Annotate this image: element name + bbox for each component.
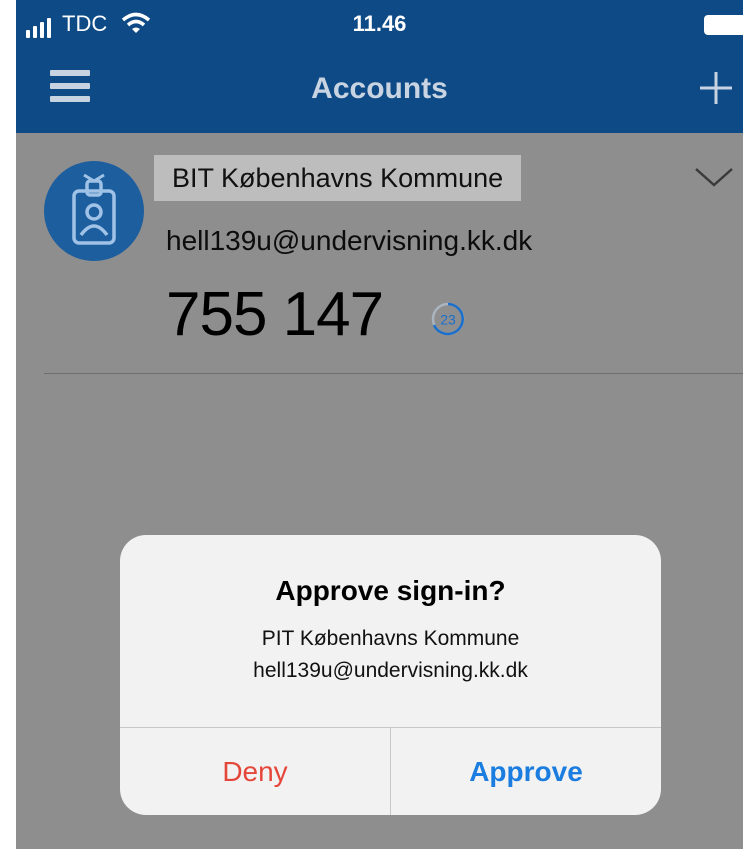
deny-button[interactable]: Deny xyxy=(120,728,390,815)
page-title: Accounts xyxy=(311,72,448,105)
plus-icon xyxy=(700,72,732,104)
approve-button[interactable]: Approve xyxy=(391,728,661,815)
approve-sign-in-dialog: Approve sign-in? PIT Københavns Kommune … xyxy=(120,535,661,815)
status-time: 11.46 xyxy=(352,11,407,36)
id-badge-icon xyxy=(72,173,116,245)
divider xyxy=(44,373,743,374)
account-row[interactable]: BIT Københavns Kommune hell139u@undervis… xyxy=(16,133,743,373)
battery-icon xyxy=(704,15,743,35)
dialog-organization: PIT Københavns Kommune xyxy=(261,627,520,650)
timer-seconds: 23 xyxy=(440,312,456,328)
app-screen: TDC 11.46 Accounts BIT Københavns Kommun… xyxy=(16,0,743,849)
expand-button[interactable] xyxy=(692,161,736,191)
account-email: hell139u@undervisning.kk.dk xyxy=(166,225,533,256)
verification-code: 755 147 xyxy=(166,280,384,349)
chevron-down-icon xyxy=(695,168,733,187)
account-name: BIT Københavns Kommune xyxy=(154,155,522,201)
account-avatar xyxy=(44,161,144,261)
code-timer: 23 xyxy=(430,301,466,337)
status-bar: TDC 11.46 xyxy=(16,0,743,52)
countdown-ring-icon: 23 xyxy=(431,302,465,336)
add-account-button[interactable] xyxy=(696,68,736,108)
dialog-title: Approve sign-in? xyxy=(275,575,506,606)
dialog-email: hell139u@undervisning.kk.dk xyxy=(253,659,528,682)
top-bar: TDC 11.46 Accounts xyxy=(16,0,743,133)
